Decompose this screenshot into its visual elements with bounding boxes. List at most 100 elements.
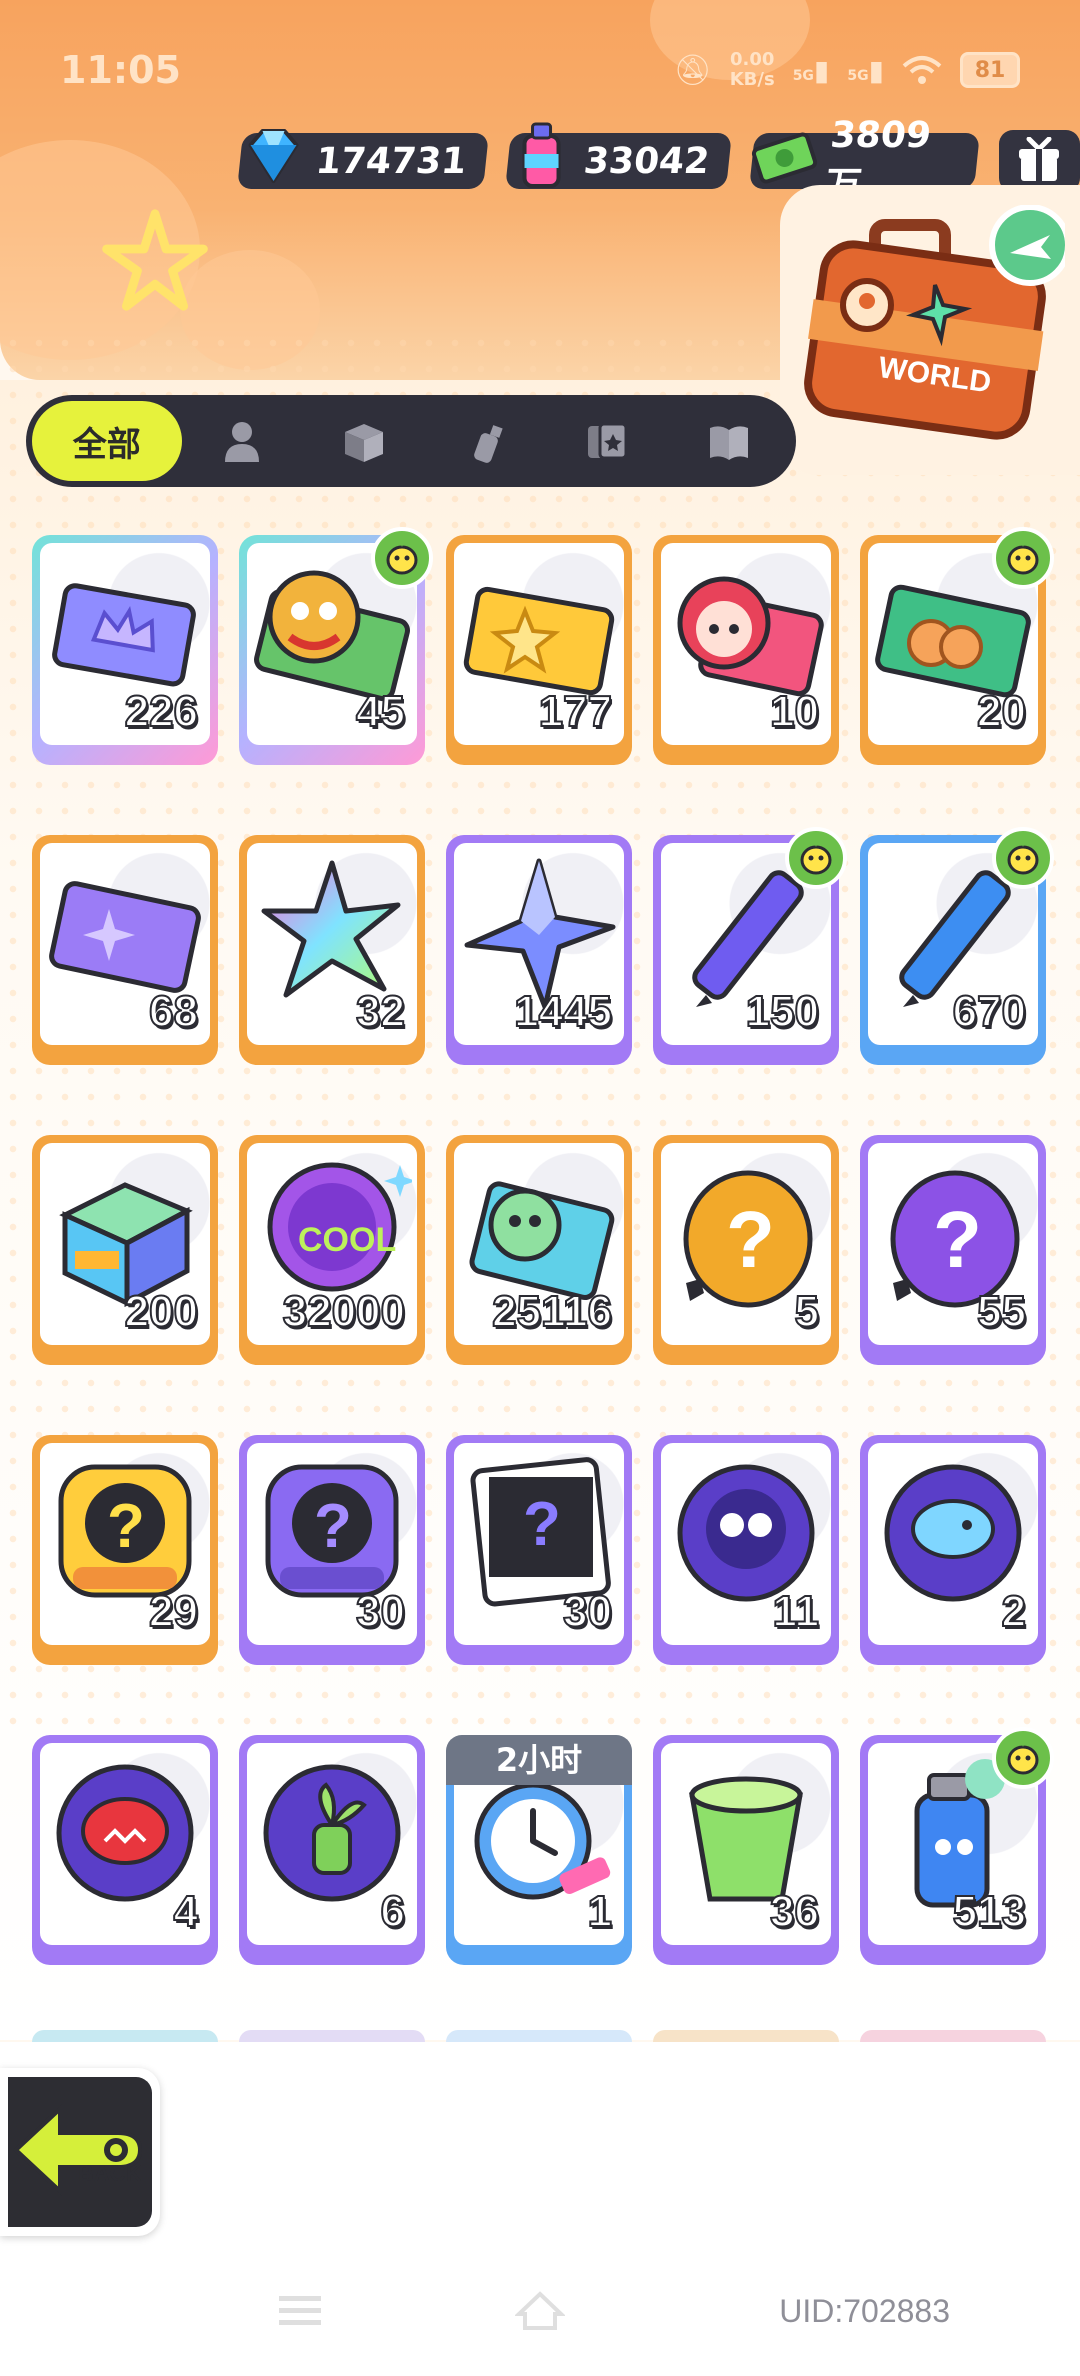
- item-count: 11: [771, 1586, 819, 1637]
- inventory-item[interactable]: ? 30: [239, 1435, 425, 1665]
- inventory-item[interactable]: ? 5: [653, 1135, 839, 1365]
- item-frame: ? 30: [454, 1443, 624, 1645]
- inventory-item[interactable]: 1445: [446, 835, 632, 1065]
- inventory-item[interactable]: 150: [653, 827, 847, 1065]
- item-count: 4: [172, 1886, 199, 1937]
- back-label: BACK: [78, 2161, 142, 2186]
- item-frame: 2: [868, 1443, 1038, 1645]
- chick-badge-icon: [785, 827, 847, 889]
- peek-card: [860, 2030, 1046, 2042]
- inventory-item[interactable]: 2: [860, 1435, 1046, 1665]
- mute-icon: 🔕︎: [673, 52, 712, 88]
- item-count: 226: [124, 686, 199, 737]
- item-count: 45: [355, 686, 406, 737]
- diamond-icon: [233, 115, 315, 197]
- item-frame: 1445: [454, 843, 624, 1045]
- inventory-item[interactable]: 10: [653, 535, 839, 765]
- home-nav-icon[interactable]: [515, 2290, 565, 2330]
- item-frame: 36: [661, 1743, 831, 1945]
- inventory-item[interactable]: 200: [32, 1135, 218, 1365]
- signal-2-label: 5G: [847, 67, 869, 84]
- chick-badge-icon: [992, 827, 1054, 889]
- paint-spray-icon: [501, 115, 583, 197]
- svg-text:COOL: COOL: [298, 1221, 396, 1259]
- item-frame: 226: [40, 543, 210, 745]
- item-count: 200: [124, 1286, 199, 1337]
- inventory-item[interactable]: ? 55: [860, 1135, 1046, 1365]
- item-count: 1445: [513, 986, 613, 1037]
- suitcase-world-icon: WORLD: [804, 205, 1065, 440]
- box-icon: [345, 424, 384, 462]
- item-count: 513: [952, 1886, 1027, 1937]
- tab-book[interactable]: [668, 401, 790, 481]
- inventory-item[interactable]: 36: [653, 1735, 839, 1965]
- tab-spray[interactable]: [425, 401, 547, 481]
- star-doodle-icon: [102, 209, 208, 311]
- back-arrow-icon: BACK: [13, 2104, 143, 2196]
- inventory-item[interactable]: 177: [446, 535, 632, 765]
- tab-character[interactable]: [182, 401, 304, 481]
- svg-text:?: ?: [933, 1195, 982, 1284]
- chick-badge-icon: [992, 527, 1054, 589]
- spray-can-icon: [473, 425, 503, 463]
- item-frame: ? 29: [40, 1443, 210, 1645]
- svg-text:?: ?: [107, 1492, 145, 1561]
- item-count: 20: [976, 686, 1027, 737]
- paint-currency[interactable]: 33042: [505, 122, 733, 189]
- inventory-item[interactable]: 32: [239, 835, 425, 1065]
- cards-icon: [588, 422, 628, 460]
- status-indicators: 🔕︎ 0.00 KB/s 5G▮ 5G▮ 81: [674, 50, 1020, 90]
- item-frame: 68: [40, 843, 210, 1045]
- user-id: UID:702883: [779, 2293, 950, 2329]
- item-count: 29: [148, 1586, 199, 1637]
- item-frame: ? 5: [661, 1143, 831, 1345]
- inventory-item[interactable]: ? 29: [32, 1435, 218, 1665]
- inventory-item[interactable]: 45: [239, 527, 433, 765]
- inventory-item[interactable]: 6: [239, 1735, 425, 1965]
- item-count: 25116: [491, 1286, 613, 1337]
- status-time: 11:05: [60, 48, 181, 92]
- signal-1-label: 5G: [792, 67, 814, 84]
- inventory-item[interactable]: 513: [860, 1727, 1054, 1965]
- item-count: 177: [538, 686, 613, 737]
- item-frame: 10: [661, 543, 831, 745]
- item-frame: ? 55: [868, 1143, 1038, 1345]
- inventory-item[interactable]: 226: [32, 535, 218, 765]
- menu-nav-icon[interactable]: [275, 2290, 325, 2330]
- inventory-item[interactable]: 1 2小时: [446, 1735, 632, 1965]
- item-frame: 4: [40, 1743, 210, 1945]
- diamond-amount: 174731: [313, 140, 469, 182]
- peek-card: [239, 2030, 425, 2042]
- gift-box-icon: [1019, 137, 1060, 181]
- svg-text:?: ?: [726, 1195, 775, 1284]
- diamond-currency[interactable]: 174731: [237, 129, 490, 189]
- signal-icon-2: 5G▮: [847, 53, 884, 87]
- inventory-item[interactable]: 670: [860, 827, 1054, 1065]
- inventory-item[interactable]: ? 30: [446, 1435, 632, 1665]
- inventory-item[interactable]: 25116: [446, 1135, 632, 1365]
- tab-box[interactable]: [303, 401, 425, 481]
- inventory-item[interactable]: 20: [860, 527, 1054, 765]
- item-count: 68: [148, 986, 199, 1037]
- gift-button[interactable]: [998, 130, 1080, 192]
- wifi-icon: [902, 56, 942, 84]
- inventory-item[interactable]: 11: [653, 1435, 839, 1665]
- svg-text:?: ?: [314, 1492, 352, 1561]
- item-frame: ? 30: [247, 1443, 417, 1645]
- inventory-item[interactable]: 68: [32, 835, 218, 1065]
- item-frame: 11: [661, 1443, 831, 1645]
- tab-all[interactable]: 全部: [32, 401, 182, 481]
- signal-icon: 5G▮: [792, 53, 830, 87]
- back-button[interactable]: BACK: [0, 2068, 160, 2236]
- world-travel-button[interactable]: WORLD: [780, 185, 1080, 475]
- tab-cards[interactable]: [547, 401, 669, 481]
- person-icon: [225, 422, 260, 462]
- inventory-item[interactable]: 4: [32, 1735, 218, 1965]
- inventory-grid: 226 45 177 10 20 68 32 1445 150 670 200 COOL 32000 25…: [32, 527, 1062, 1965]
- item-count: 10: [769, 686, 820, 737]
- chick-badge-icon: [992, 1727, 1054, 1789]
- net-speed-unit: KB/s: [729, 69, 775, 90]
- cash-currency[interactable]: 3809万: [748, 115, 980, 206]
- inventory-item[interactable]: COOL 32000: [239, 1135, 425, 1365]
- item-count: 32: [355, 986, 406, 1037]
